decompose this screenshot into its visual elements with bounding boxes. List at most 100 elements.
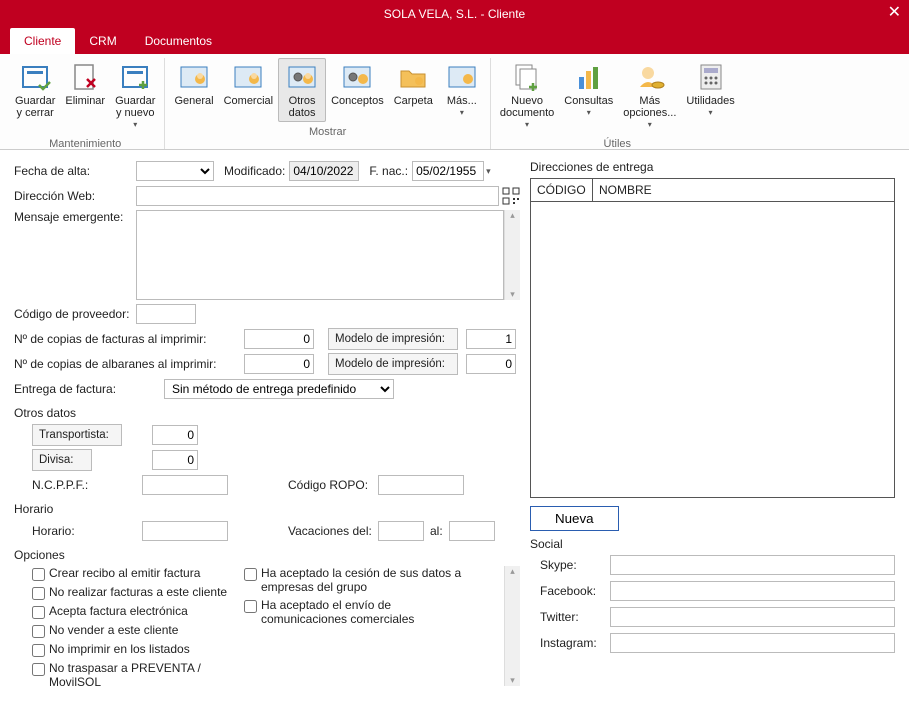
fecha-alta-label: Fecha de alta: — [14, 164, 136, 178]
opt-comunicaciones-checkbox[interactable] — [244, 600, 257, 613]
opt-cesion-checkbox[interactable] — [244, 568, 257, 581]
vacaciones-del-field[interactable] — [378, 521, 424, 541]
transportista-field[interactable] — [152, 425, 198, 445]
scrollbar[interactable]: ▴▾ — [504, 566, 520, 686]
general-button[interactable]: General — [169, 58, 218, 122]
tab-documentos[interactable]: Documentos — [131, 28, 226, 54]
mas-opciones-button[interactable]: Más opciones...▾ — [618, 58, 681, 134]
documents-add-icon — [511, 61, 543, 93]
group-mantenimiento: Mantenimiento — [10, 134, 160, 152]
user-coins-icon — [634, 61, 666, 93]
direccion-web-label: Dirección Web: — [14, 189, 136, 203]
skype-field[interactable] — [610, 555, 895, 575]
window-title: SOLA VELA, S.L. - Cliente — [384, 7, 525, 21]
opt-no-preventa-checkbox[interactable] — [32, 663, 45, 676]
title-bar: SOLA VELA, S.L. - Cliente ✕ — [0, 0, 909, 28]
user-gear-icon — [286, 61, 318, 93]
conceptos-button[interactable]: Conceptos — [326, 58, 389, 122]
vacaciones-al-field[interactable] — [449, 521, 495, 541]
modelo-impresion-2-button[interactable]: Modelo de impresión: — [328, 353, 458, 375]
mas-button[interactable]: Más...▾ — [438, 58, 486, 122]
consultas-button[interactable]: Consultas▾ — [559, 58, 618, 134]
copias-albaranes-field[interactable] — [244, 354, 314, 374]
instagram-label: Instagram: — [540, 636, 610, 650]
opt-no-facturas-checkbox[interactable] — [32, 587, 45, 600]
fnac-field[interactable] — [412, 161, 484, 181]
cod-proveedor-field[interactable] — [136, 304, 196, 324]
mensaje-textarea[interactable] — [136, 210, 504, 300]
th-codigo[interactable]: CÓDIGO — [531, 179, 593, 201]
al-label: al: — [430, 524, 443, 538]
save-close-icon — [19, 61, 51, 93]
cod-proveedor-label: Código de proveedor: — [14, 307, 136, 321]
nueva-button[interactable]: Nueva — [530, 506, 619, 531]
tab-strip: Cliente CRM Documentos — [0, 28, 909, 54]
delete-icon — [69, 61, 101, 93]
ropo-field[interactable] — [378, 475, 464, 495]
comercial-button[interactable]: Comercial — [219, 58, 279, 122]
nuevo-documento-button[interactable]: Nuevo documento▾ — [495, 58, 559, 134]
carpeta-button[interactable]: Carpeta — [389, 58, 438, 122]
user-card-icon — [446, 61, 478, 93]
instagram-field[interactable] — [610, 633, 895, 653]
twitter-label: Twitter: — [540, 610, 610, 624]
direcciones-entrega-label: Direcciones de entrega — [530, 160, 895, 174]
tab-cliente[interactable]: Cliente — [10, 28, 75, 54]
modelo-impresion-1-button[interactable]: Modelo de impresión: — [328, 328, 458, 350]
copias-albaranes-label: Nº de copias de albaranes al imprimir: — [14, 357, 244, 371]
opt-no-listados-checkbox[interactable] — [32, 644, 45, 657]
horario-section: Horario — [14, 502, 520, 516]
entrega-factura-label: Entrega de factura: — [14, 382, 164, 396]
copias-facturas-field[interactable] — [244, 329, 314, 349]
ncppf-field[interactable] — [142, 475, 228, 495]
vacaciones-del-label: Vacaciones del: — [288, 524, 378, 538]
scrollbar[interactable]: ▴▾ — [504, 210, 520, 300]
transportista-button[interactable]: Transportista: — [32, 424, 122, 446]
horario-label: Horario: — [32, 524, 142, 538]
modelo-impresion-1-field[interactable] — [466, 329, 516, 349]
entrega-factura-select[interactable]: Sin método de entrega predefinido — [164, 379, 394, 399]
delete-button[interactable]: Eliminar — [60, 58, 110, 134]
social-section: Social — [530, 537, 895, 551]
qr-icon[interactable] — [502, 187, 520, 205]
calculator-icon — [695, 61, 727, 93]
chart-icon — [573, 61, 605, 93]
modificado-field — [289, 161, 359, 181]
save-close-button[interactable]: Guardar y cerrar — [10, 58, 60, 134]
user-gear-icon — [341, 61, 373, 93]
folder-user-icon — [397, 61, 429, 93]
ribbon: Guardar y cerrar Eliminar Guardar y nuev… — [0, 54, 909, 150]
fnac-label: F. nac.: — [369, 164, 408, 178]
opt-efactura-checkbox[interactable] — [32, 606, 45, 619]
direcciones-table[interactable]: CÓDIGO NOMBRE — [530, 178, 895, 498]
group-utiles: Útiles — [495, 134, 740, 152]
divisa-field[interactable] — [152, 450, 198, 470]
ropo-label: Código ROPO: — [288, 478, 378, 492]
fecha-alta-select[interactable] — [136, 161, 214, 181]
modificado-label: Modificado: — [224, 164, 285, 178]
opt-no-vender-checkbox[interactable] — [32, 625, 45, 638]
opt-recibo-checkbox[interactable] — [32, 568, 45, 581]
skype-label: Skype: — [540, 558, 610, 572]
tab-crm[interactable]: CRM — [75, 28, 130, 54]
opciones-section: Opciones — [14, 548, 520, 562]
group-mostrar: Mostrar — [169, 122, 485, 140]
close-icon[interactable]: ✕ — [888, 2, 901, 22]
modelo-impresion-2-field[interactable] — [466, 354, 516, 374]
chevron-down-icon[interactable]: ▾ — [486, 166, 491, 177]
th-nombre[interactable]: NOMBRE — [593, 179, 894, 201]
utilidades-button[interactable]: Utilidades▾ — [681, 58, 739, 134]
otros-datos-section: Otros datos — [14, 406, 520, 420]
facebook-field[interactable] — [610, 581, 895, 601]
save-new-button[interactable]: Guardar y nuevo▾ — [110, 58, 160, 134]
user-card-icon — [178, 61, 210, 93]
otros-datos-button[interactable]: Otros datos — [278, 58, 326, 122]
ncppf-label: N.C.P.P.F.: — [32, 478, 142, 492]
horario-field[interactable] — [142, 521, 228, 541]
direccion-web-field[interactable] — [136, 186, 499, 206]
mensaje-label: Mensaje emergente: — [14, 210, 136, 224]
save-new-icon — [119, 61, 151, 93]
copias-facturas-label: Nº de copias de facturas al imprimir: — [14, 332, 244, 346]
twitter-field[interactable] — [610, 607, 895, 627]
divisa-button[interactable]: Divisa: — [32, 449, 92, 471]
